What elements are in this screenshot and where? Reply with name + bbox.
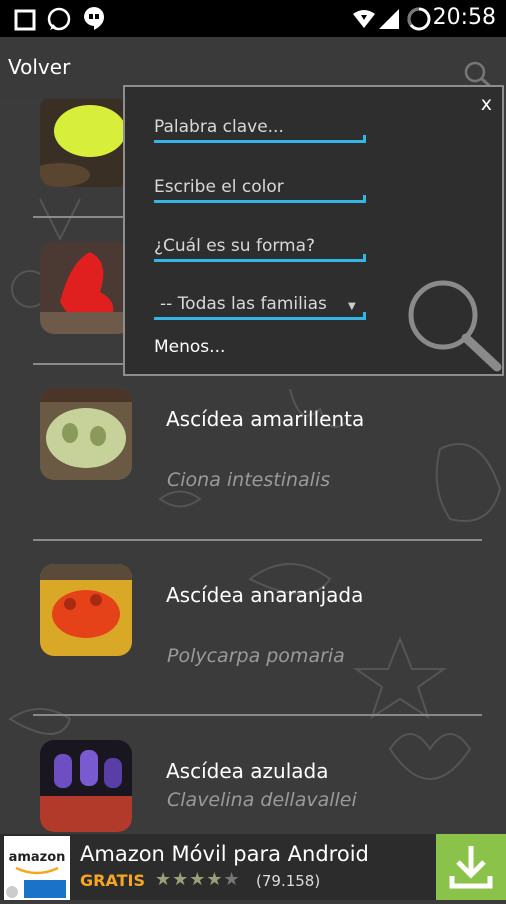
species-thumbnail (40, 99, 132, 187)
download-button[interactable] (436, 834, 506, 900)
star-empty-icon: ★ (223, 869, 241, 890)
rating-stars: ★★★★★ (155, 869, 241, 890)
species-thumbnail (40, 388, 132, 480)
species-thumbnail (40, 564, 132, 656)
ad-banner[interactable]: amazon Amazon Móvil para Android GRATIS … (0, 834, 506, 900)
species-name: Ascídea amarillenta (166, 407, 365, 431)
close-button[interactable]: x (481, 93, 492, 115)
star-filled-icon: ★★★★ (155, 869, 224, 890)
hangouts-icon (84, 7, 104, 30)
status-time: 20:58 (432, 5, 496, 30)
species-scientific-name: Polycarpa pomaria (167, 645, 345, 667)
list-divider (33, 539, 482, 541)
status-bar: 20:58 (0, 0, 506, 37)
species-name: Ascídea anaranjada (166, 583, 364, 607)
species-thumbnail (40, 740, 132, 832)
wifi-icon (353, 10, 375, 28)
ad-price: GRATIS (80, 871, 145, 890)
rating-count: (79.158) (256, 872, 321, 890)
list-divider (33, 714, 482, 716)
dropdown-arrow-icon: ▼ (348, 301, 356, 312)
back-button[interactable]: Volver (8, 55, 70, 79)
less-options-link[interactable]: Menos... (154, 337, 225, 357)
species-name: Ascídea azulada (166, 759, 329, 783)
ad-title: Amazon Móvil para Android (80, 842, 369, 866)
shape-placeholder: ¿Cuál es su forma? (154, 236, 316, 256)
keyword-placeholder: Palabra clave... (154, 117, 284, 137)
family-selected-value: -- Todas las familias (160, 294, 327, 314)
stop-icon (14, 9, 36, 31)
search-filter-popup: x Palabra clave... Escribe el color ¿Cuá… (123, 85, 504, 376)
keyword-input[interactable]: Palabra clave... (154, 117, 366, 143)
family-select[interactable]: -- Todas las familias ▼ (154, 294, 366, 320)
species-scientific-name: Clavelina dellavallei (167, 789, 357, 811)
whatsapp-icon (47, 7, 71, 31)
species-thumbnail (40, 242, 132, 334)
battery-circle-icon (407, 7, 431, 31)
species-scientific-name: Ciona intestinalis (167, 469, 331, 491)
color-placeholder: Escribe el color (154, 177, 284, 197)
color-input[interactable]: Escribe el color (154, 177, 366, 203)
search-button-icon[interactable] (405, 277, 505, 373)
download-icon (449, 846, 493, 889)
cart-icon (6, 880, 66, 898)
amazon-smile-icon (15, 866, 59, 875)
amazon-logo: amazon (4, 836, 70, 900)
shape-input[interactable]: ¿Cuál es su forma? (154, 236, 366, 262)
signal-icon (379, 9, 399, 29)
